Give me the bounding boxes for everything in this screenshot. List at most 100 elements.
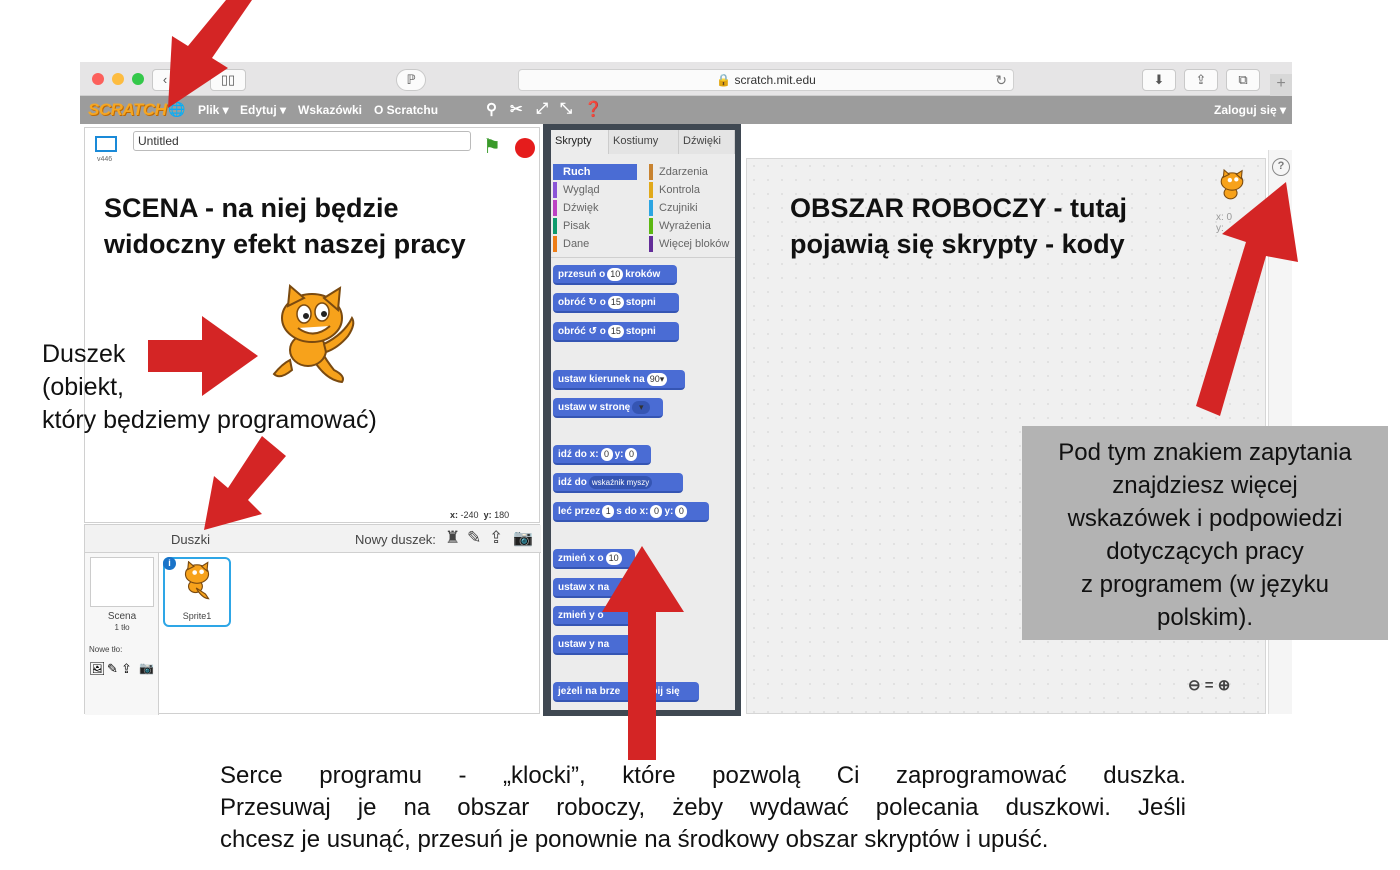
- sprite-name: Sprite1: [182, 611, 212, 621]
- browser-toolbar: ‹ ▯▯ ℙ 🔒 scratch.mit.edu ↻ ⬇ ⇪ ⧉: [80, 62, 1292, 96]
- category-looks[interactable]: Wygląd: [553, 182, 637, 198]
- tab-costumes[interactable]: Kostiumy: [609, 130, 679, 154]
- stage-column: Scena 1 tło Nowe tło: 🖼 ✎ ⇪ 📷: [85, 553, 159, 715]
- block-change-x[interactable]: zmień x o 10: [553, 549, 635, 569]
- category-more-blocks[interactable]: Więcej bloków: [649, 236, 733, 252]
- block-glide[interactable]: leć przez 1 s do x: 0 y: 0: [553, 502, 709, 522]
- block-change-y[interactable]: zmień y o: [553, 606, 635, 626]
- tab-scripts[interactable]: Skrypty: [551, 130, 609, 154]
- stop-icon[interactable]: [515, 138, 535, 158]
- backdrop-upload-icon[interactable]: ⇪: [121, 661, 132, 677]
- block-set-x[interactable]: ustaw x na: [553, 578, 639, 598]
- zoom-window-button[interactable]: [132, 73, 144, 85]
- upload-icon[interactable]: ⇪: [489, 528, 503, 548]
- category-events[interactable]: Zdarzenia: [649, 164, 733, 180]
- menu-edit[interactable]: Edytuj ▾: [240, 103, 286, 117]
- tabs-button[interactable]: ⧉: [1226, 69, 1260, 91]
- back-button[interactable]: ‹: [152, 69, 178, 91]
- sidebar-button[interactable]: ▯▯: [210, 69, 246, 91]
- category-sensing[interactable]: Czujniki: [649, 200, 733, 216]
- pinterest-icon: ℙ: [406, 72, 416, 87]
- point-towards-dropdown[interactable]: ▾: [632, 401, 651, 414]
- stage-heading-line1: SCENA - na niej będzie: [104, 193, 399, 223]
- scratch-menubar: SCRATCH 🌐 Plik ▾ Edytuj ▾ Wskazówki O Sc…: [80, 96, 1292, 124]
- block-point-direction[interactable]: ustaw kierunek na 90▾: [553, 370, 685, 390]
- new-tab-button[interactable]: +: [1270, 74, 1292, 96]
- backdrop-paint-icon[interactable]: ✎: [107, 661, 118, 677]
- block-turn-right[interactable]: obróć ↻ o 15 stopni: [553, 293, 679, 313]
- reload-icon[interactable]: ↻: [995, 70, 1007, 90]
- stage-heading-line2: widoczny efekt naszej pracy: [104, 229, 466, 259]
- block-set-y[interactable]: ustaw y na: [553, 635, 639, 655]
- zoom-out-icon[interactable]: ⊖: [1188, 677, 1201, 694]
- shrink-icon[interactable]: ⤡: [560, 100, 572, 117]
- help-question-icon[interactable]: ?: [1272, 158, 1290, 176]
- minimize-window-button[interactable]: [112, 73, 124, 85]
- script-heading-line1: OBSZAR ROBOCZY - tutaj: [790, 193, 1127, 223]
- sprites-panel: Duszki Nowy duszek: ♜ ✎ ⇪ 📷 Scena 1 tło …: [84, 524, 541, 715]
- category-motion[interactable]: Ruch: [553, 164, 637, 180]
- zoom-in-icon[interactable]: ⊕: [1218, 677, 1231, 694]
- new-sprite-label: Nowy duszek:: [355, 532, 436, 547]
- paint-brush-icon[interactable]: ✎: [467, 528, 481, 548]
- menu-about[interactable]: O Scratchu: [374, 103, 438, 117]
- stage-label: Scena: [107, 611, 137, 622]
- sidebar-icon: ▯▯: [220, 72, 236, 87]
- downloads-button[interactable]: ⬇: [1142, 69, 1176, 91]
- block-bounce-edge[interactable]: jeżeli na brze dbij się: [553, 682, 699, 702]
- block-goto-target[interactable]: idź do wskaźnik myszy: [553, 473, 683, 493]
- category-operators[interactable]: Wyrażenia: [649, 218, 733, 234]
- category-control[interactable]: Kontrola: [649, 182, 733, 198]
- url-text: scratch.mit.edu: [734, 73, 816, 87]
- pinterest-button[interactable]: ℙ: [396, 69, 426, 91]
- block-turn-left[interactable]: obróć ↺ o 15 stopni: [553, 322, 679, 342]
- menu-file[interactable]: Plik ▾: [198, 103, 229, 117]
- block-goto-xy[interactable]: idź do x: 0 y: 0: [553, 445, 651, 465]
- download-icon: ⬇: [1153, 72, 1165, 87]
- category-data[interactable]: Dane: [553, 236, 637, 252]
- zoom-controls: ⊖ = ⊕: [1188, 676, 1230, 694]
- bottom-note: Serce programu - „klocki”, które pozwolą…: [220, 762, 1186, 853]
- plus-icon: +: [1276, 75, 1286, 92]
- menu-tips[interactable]: Wskazówki: [298, 103, 362, 117]
- block-move-steps[interactable]: przesuń o 10 kroków: [553, 265, 677, 285]
- zoom-reset-button[interactable]: =: [1205, 677, 1214, 694]
- info-icon[interactable]: i: [163, 557, 176, 570]
- version-label: v446: [97, 156, 113, 163]
- close-window-button[interactable]: [92, 73, 104, 85]
- stage-backdrop-count: 1 tło: [114, 623, 130, 632]
- stage-heading: SCENA - na niej będzie widoczny efekt na…: [104, 190, 466, 262]
- sprite-thumbnail-cat-icon: [184, 561, 210, 600]
- fullscreen-icon[interactable]: [95, 136, 117, 152]
- block-categories: Ruch Wygląd Dźwięk Pisak Dane Zdarzenia …: [551, 154, 735, 258]
- sprite-annotation: Duszek (obiekt, który będziemy programow…: [42, 340, 377, 434]
- stage-thumbnail[interactable]: [90, 557, 154, 607]
- palette-inner: Skrypty Kostiumy Dźwięki Ruch Wygląd Dźw…: [551, 130, 735, 710]
- script-area-heading: OBSZAR ROBOCZY - tutaj pojawią się skryp…: [790, 190, 1127, 262]
- project-title-input[interactable]: [133, 131, 471, 151]
- backdrop-library-icon[interactable]: 🖼: [89, 661, 106, 677]
- sprite-library-icon[interactable]: ♜: [445, 528, 460, 548]
- current-sprite-cat-icon: [1220, 168, 1244, 200]
- category-pen[interactable]: Pisak: [553, 218, 637, 234]
- scratch-logo[interactable]: SCRATCH: [88, 100, 167, 120]
- delete-scissors-icon[interactable]: ✂: [510, 100, 523, 118]
- help-note: Pod tym znakiem zapytania znajdziesz wię…: [1022, 426, 1388, 640]
- backdrop-camera-icon[interactable]: 📷: [139, 661, 154, 675]
- address-bar[interactable]: 🔒 scratch.mit.edu ↻: [518, 69, 1014, 91]
- duplicate-stamp-icon[interactable]: ⚲: [486, 100, 497, 118]
- chevron-left-icon: ‹: [162, 72, 168, 87]
- script-heading-line2: pojawią się skrypty - kody: [790, 229, 1125, 259]
- green-flag-icon[interactable]: ⚑: [483, 134, 501, 159]
- login-menu[interactable]: Zaloguj się ▾: [1214, 103, 1286, 117]
- block-point-towards[interactable]: ustaw w stronę ▾: [553, 398, 663, 418]
- tabs-icon: ⧉: [1238, 72, 1248, 87]
- category-sound[interactable]: Dźwięk: [553, 200, 637, 216]
- camera-icon[interactable]: 📷: [513, 528, 533, 548]
- sprites-header: Duszki Nowy duszek: ♜ ✎ ⇪ 📷: [85, 525, 541, 553]
- share-button[interactable]: ⇪: [1184, 69, 1218, 91]
- block-help-icon[interactable]: ❓: [584, 100, 603, 118]
- grow-icon[interactable]: ⤢: [536, 100, 548, 117]
- tab-sounds[interactable]: Dźwięki: [679, 130, 735, 154]
- globe-icon[interactable]: 🌐: [168, 101, 185, 118]
